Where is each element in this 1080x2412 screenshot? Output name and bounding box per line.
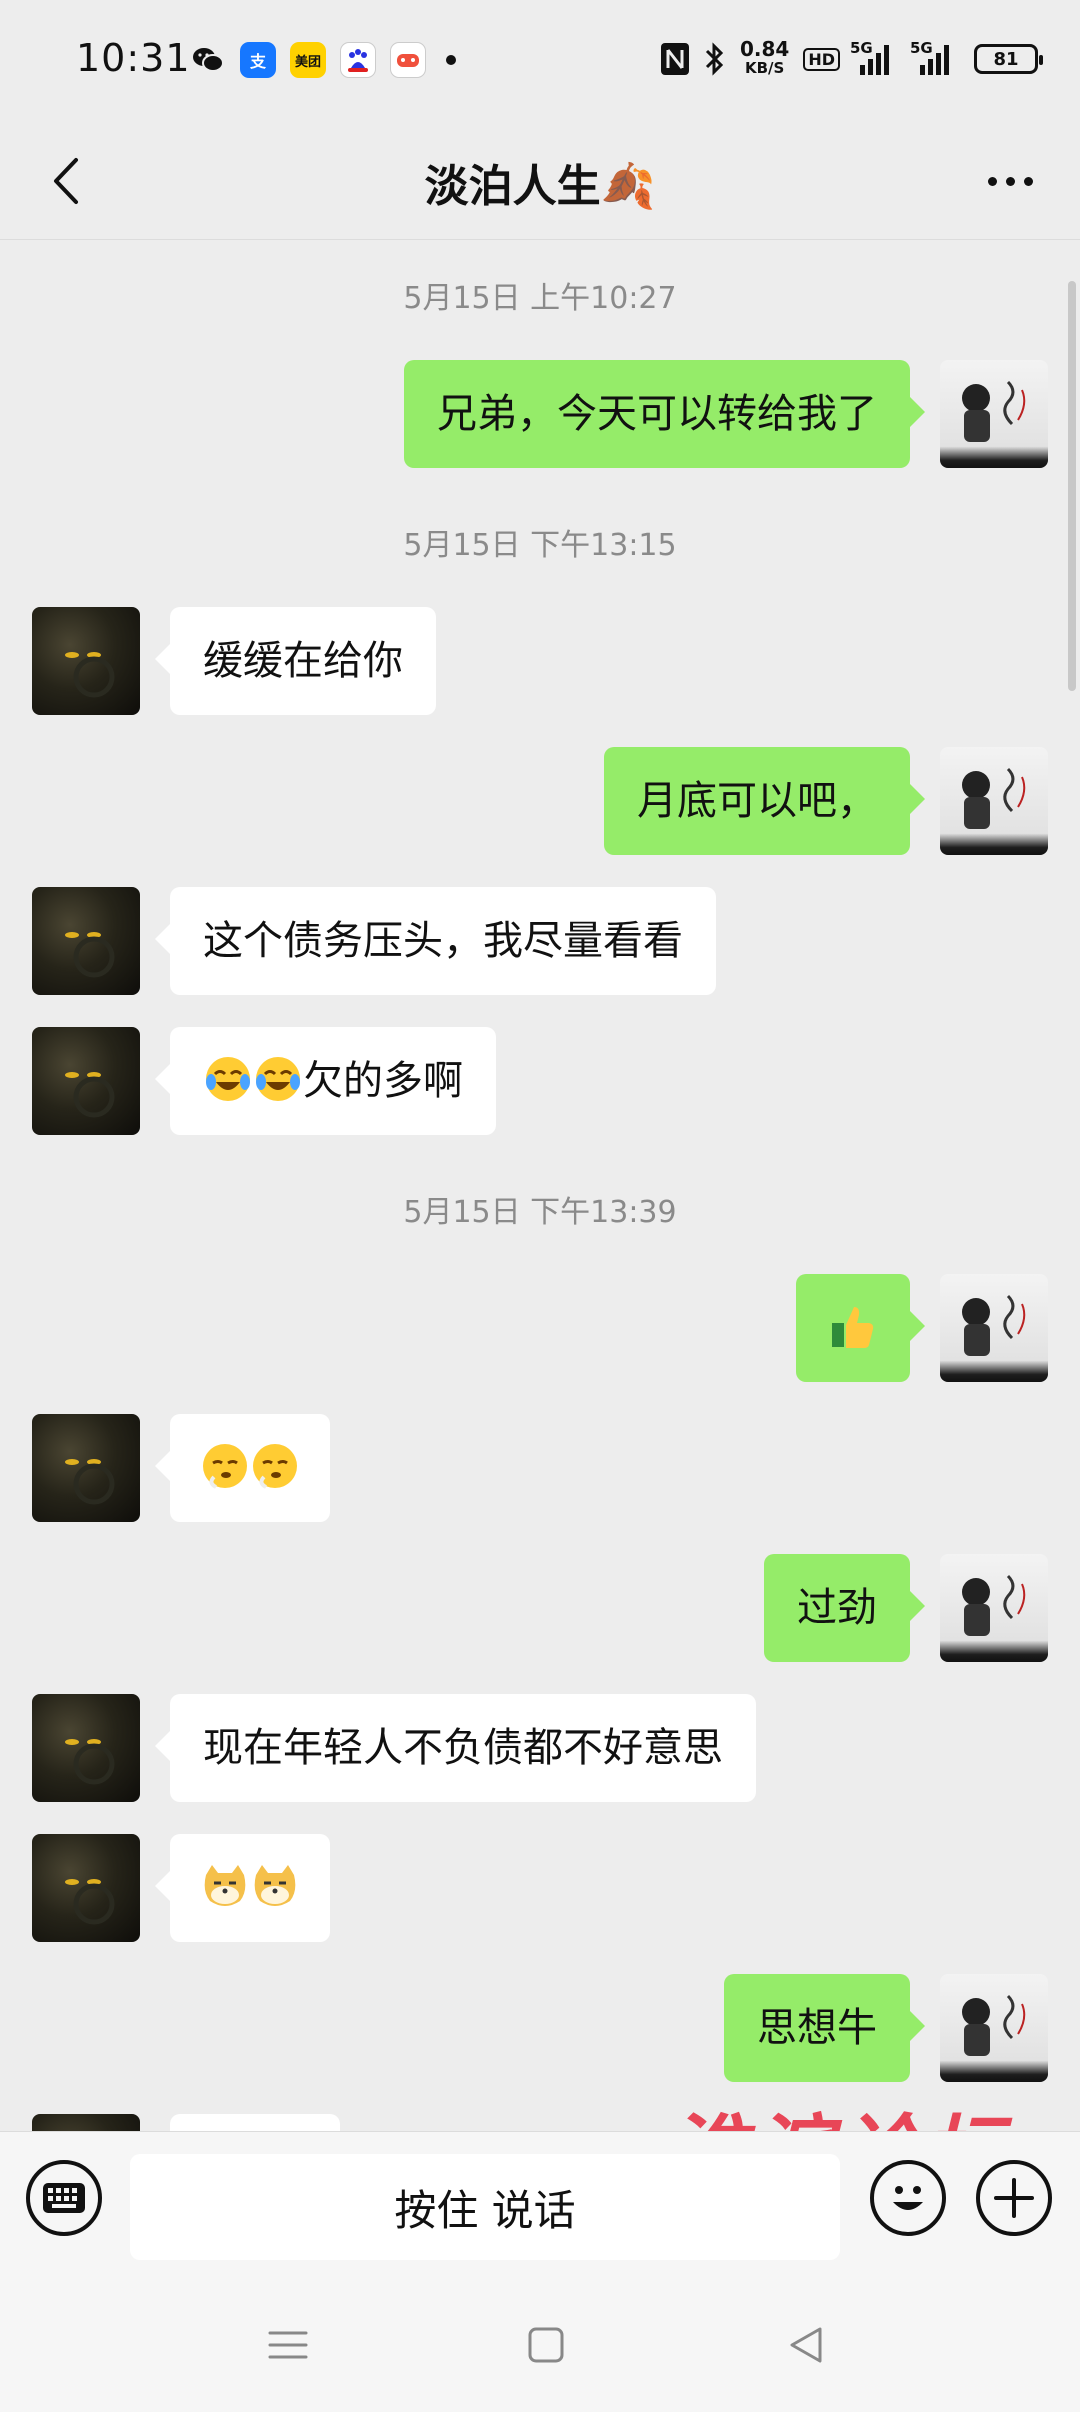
bluetooth-icon (705, 42, 724, 76)
message-row: 现在年轻人不负债都不好意思 (0, 1694, 1080, 1802)
network-speed-unit: KB/S (744, 59, 785, 77)
doge-emoji-icon (204, 1865, 246, 1906)
hold-to-talk-button[interactable]: 按住 说话 (130, 2154, 840, 2260)
chat-title: 淡泊人生🍂 (424, 161, 656, 212)
square-home-icon (528, 2327, 564, 2363)
chat-header: 淡泊人生🍂 (0, 120, 1080, 240)
more-dot-icon (1023, 176, 1033, 186)
nav-back-button[interactable] (780, 2319, 832, 2371)
timestamp: 5月15日 下午13:39 (403, 1195, 677, 1230)
message-text: 欠的多啊 (303, 1058, 463, 1104)
tears-of-joy-emoji-icon (206, 1057, 250, 1101)
my-avatar[interactable] (940, 1974, 1048, 2082)
nav-home-button[interactable] (520, 2319, 572, 2371)
nav-recents-button[interactable] (262, 2319, 314, 2371)
smiley-icon (893, 2186, 923, 2210)
contact-message-bubble[interactable] (155, 1834, 330, 1942)
contact-avatar[interactable] (32, 1414, 140, 1522)
keyboard-icon (43, 2183, 85, 2213)
more-notifications-dot-icon (446, 55, 456, 65)
my-message-bubble[interactable] (796, 1274, 925, 1382)
my-message-bubble[interactable]: 思想牛 (724, 1974, 925, 2082)
signal-icon-sim1: 5G (850, 39, 900, 75)
more-dot-icon (1005, 176, 1015, 186)
tears-of-joy-emoji-icon (256, 1057, 300, 1101)
menu-icon (268, 2331, 308, 2359)
contact-avatar[interactable] (32, 1027, 140, 1135)
more-functions-button[interactable] (976, 2160, 1052, 2236)
message-row: 这个债务压头，我尽量看看 (0, 887, 1080, 995)
emoji-button[interactable] (870, 2160, 946, 2236)
system-status: 0.84 KB/S HD 5G 5G 81 (660, 37, 1043, 78)
sigh-emoji-icon (253, 1444, 297, 1489)
status-bar: 10:31 支 美团 0.84 KB/S HD 5G 5G 81 (0, 0, 1080, 120)
network-speed-value: 0.84 (739, 37, 790, 61)
more-dot-icon (987, 176, 997, 186)
doge-emoji-icon (254, 1865, 296, 1906)
contact-avatar[interactable] (32, 607, 140, 715)
message-row: 过劲 (0, 1554, 1080, 1662)
contact-avatar[interactable] (32, 887, 140, 995)
my-message-bubble[interactable]: 兄弟，今天可以转给我了 (404, 360, 925, 468)
my-avatar[interactable] (940, 1274, 1048, 1382)
my-message-bubble[interactable]: 月底可以吧， (604, 747, 925, 855)
message-row: 欠的多啊 (0, 1027, 1080, 1135)
battery-icon: 81 (974, 44, 1043, 74)
my-avatar[interactable] (940, 747, 1048, 855)
notification-icons: 支 美团 (190, 42, 456, 78)
message-row (0, 1834, 1080, 1942)
contact-message-bubble[interactable] (155, 1414, 330, 1522)
meituan-icon: 美团 (290, 42, 326, 78)
my-avatar[interactable] (940, 360, 1048, 468)
sigh-emoji-icon (203, 1444, 247, 1489)
alipay-icon: 支 (240, 42, 276, 78)
contact-message-bubble[interactable]: 现在年轻人不负债都不好意思 (155, 1694, 756, 1802)
message-row (0, 1414, 1080, 1522)
keyboard-toggle-button[interactable] (26, 2160, 102, 2236)
contact-message-bubble[interactable] (170, 2114, 340, 2131)
timestamp: 5月15日 上午10:27 (403, 281, 677, 316)
message-row: 兄弟，今天可以转给我了 (0, 360, 1080, 468)
message-row (0, 1274, 1080, 1382)
status-time: 10:31 (76, 36, 191, 80)
game-icon (390, 42, 426, 78)
my-avatar[interactable] (940, 1554, 1048, 1662)
contact-avatar[interactable] (32, 2114, 140, 2131)
my-message-bubble[interactable]: 过劲 (764, 1554, 925, 1662)
contact-avatar[interactable] (32, 1694, 140, 1802)
timestamp: 5月15日 下午13:15 (403, 528, 677, 563)
network-speed: 0.84 KB/S (739, 37, 790, 78)
contact-message-bubble[interactable]: 缓缓在给你 (155, 607, 436, 715)
nfc-icon (660, 43, 689, 75)
system-nav-bar (0, 2277, 1080, 2412)
contact-message-bubble[interactable]: 这个债务压头，我尽量看看 (155, 887, 716, 995)
contact-avatar[interactable] (32, 1834, 140, 1942)
contact-message-bubble[interactable]: 欠的多啊 (155, 1027, 496, 1135)
message-row: 缓缓在给你 (0, 607, 1080, 715)
baidu-icon (340, 42, 376, 78)
more-options-button[interactable] (970, 146, 1050, 216)
plus-icon (994, 2178, 1034, 2218)
message-row: 思想牛 (0, 1974, 1080, 2082)
input-bar: 按住 说话 (0, 2131, 1080, 2277)
triangle-back-icon (790, 2327, 822, 2363)
message-list[interactable]: 5月15日 上午10:27 兄弟，今天可以转给我了 5月15日 下午13:15 … (0, 241, 1080, 2131)
thumbs-up-emoji-icon (832, 1307, 874, 1348)
message-row: 月底可以吧， (0, 747, 1080, 855)
signal-icon-sim2: 5G (910, 39, 960, 75)
wechat-icon (190, 42, 226, 78)
hd-voice-badge: HD (803, 47, 840, 71)
